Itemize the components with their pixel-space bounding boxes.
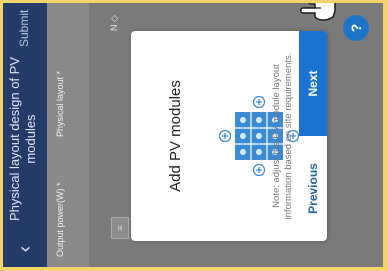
- submit-button[interactable]: Submit: [17, 7, 31, 47]
- phone-screen: ‹ Physical layout design of PV modules S…: [3, 3, 383, 267]
- page-title: Physical layout design of PV modules: [7, 56, 38, 222]
- field-row: Output power(W) * Physical layout *: [47, 3, 89, 267]
- help-icon[interactable]: ?: [343, 15, 369, 41]
- back-icon[interactable]: ‹: [13, 237, 37, 261]
- rotated-app-canvas: ‹ Physical layout design of PV modules S…: [3, 3, 383, 267]
- collapse-icon[interactable]: ≡: [111, 217, 129, 239]
- next-button[interactable]: Next: [299, 31, 327, 136]
- pointing-hand-icon: [300, 3, 336, 21]
- physical-layout-label: Physical layout *: [55, 70, 65, 137]
- dialog-title: Add PV modules: [167, 80, 184, 192]
- top-bar: ‹ Physical layout design of PV modules S…: [3, 3, 47, 267]
- add-modules-dialog: Add PV modules Note: adjust the PV modul…: [131, 31, 327, 241]
- previous-button[interactable]: Previous: [299, 136, 327, 241]
- compass-icon: N ◇: [109, 15, 119, 31]
- dialog-footer: Previous Next: [299, 31, 327, 241]
- output-power-label: Output power(W) *: [55, 182, 65, 257]
- dialog-note: Note: adjust the PV module layout inform…: [271, 52, 294, 220]
